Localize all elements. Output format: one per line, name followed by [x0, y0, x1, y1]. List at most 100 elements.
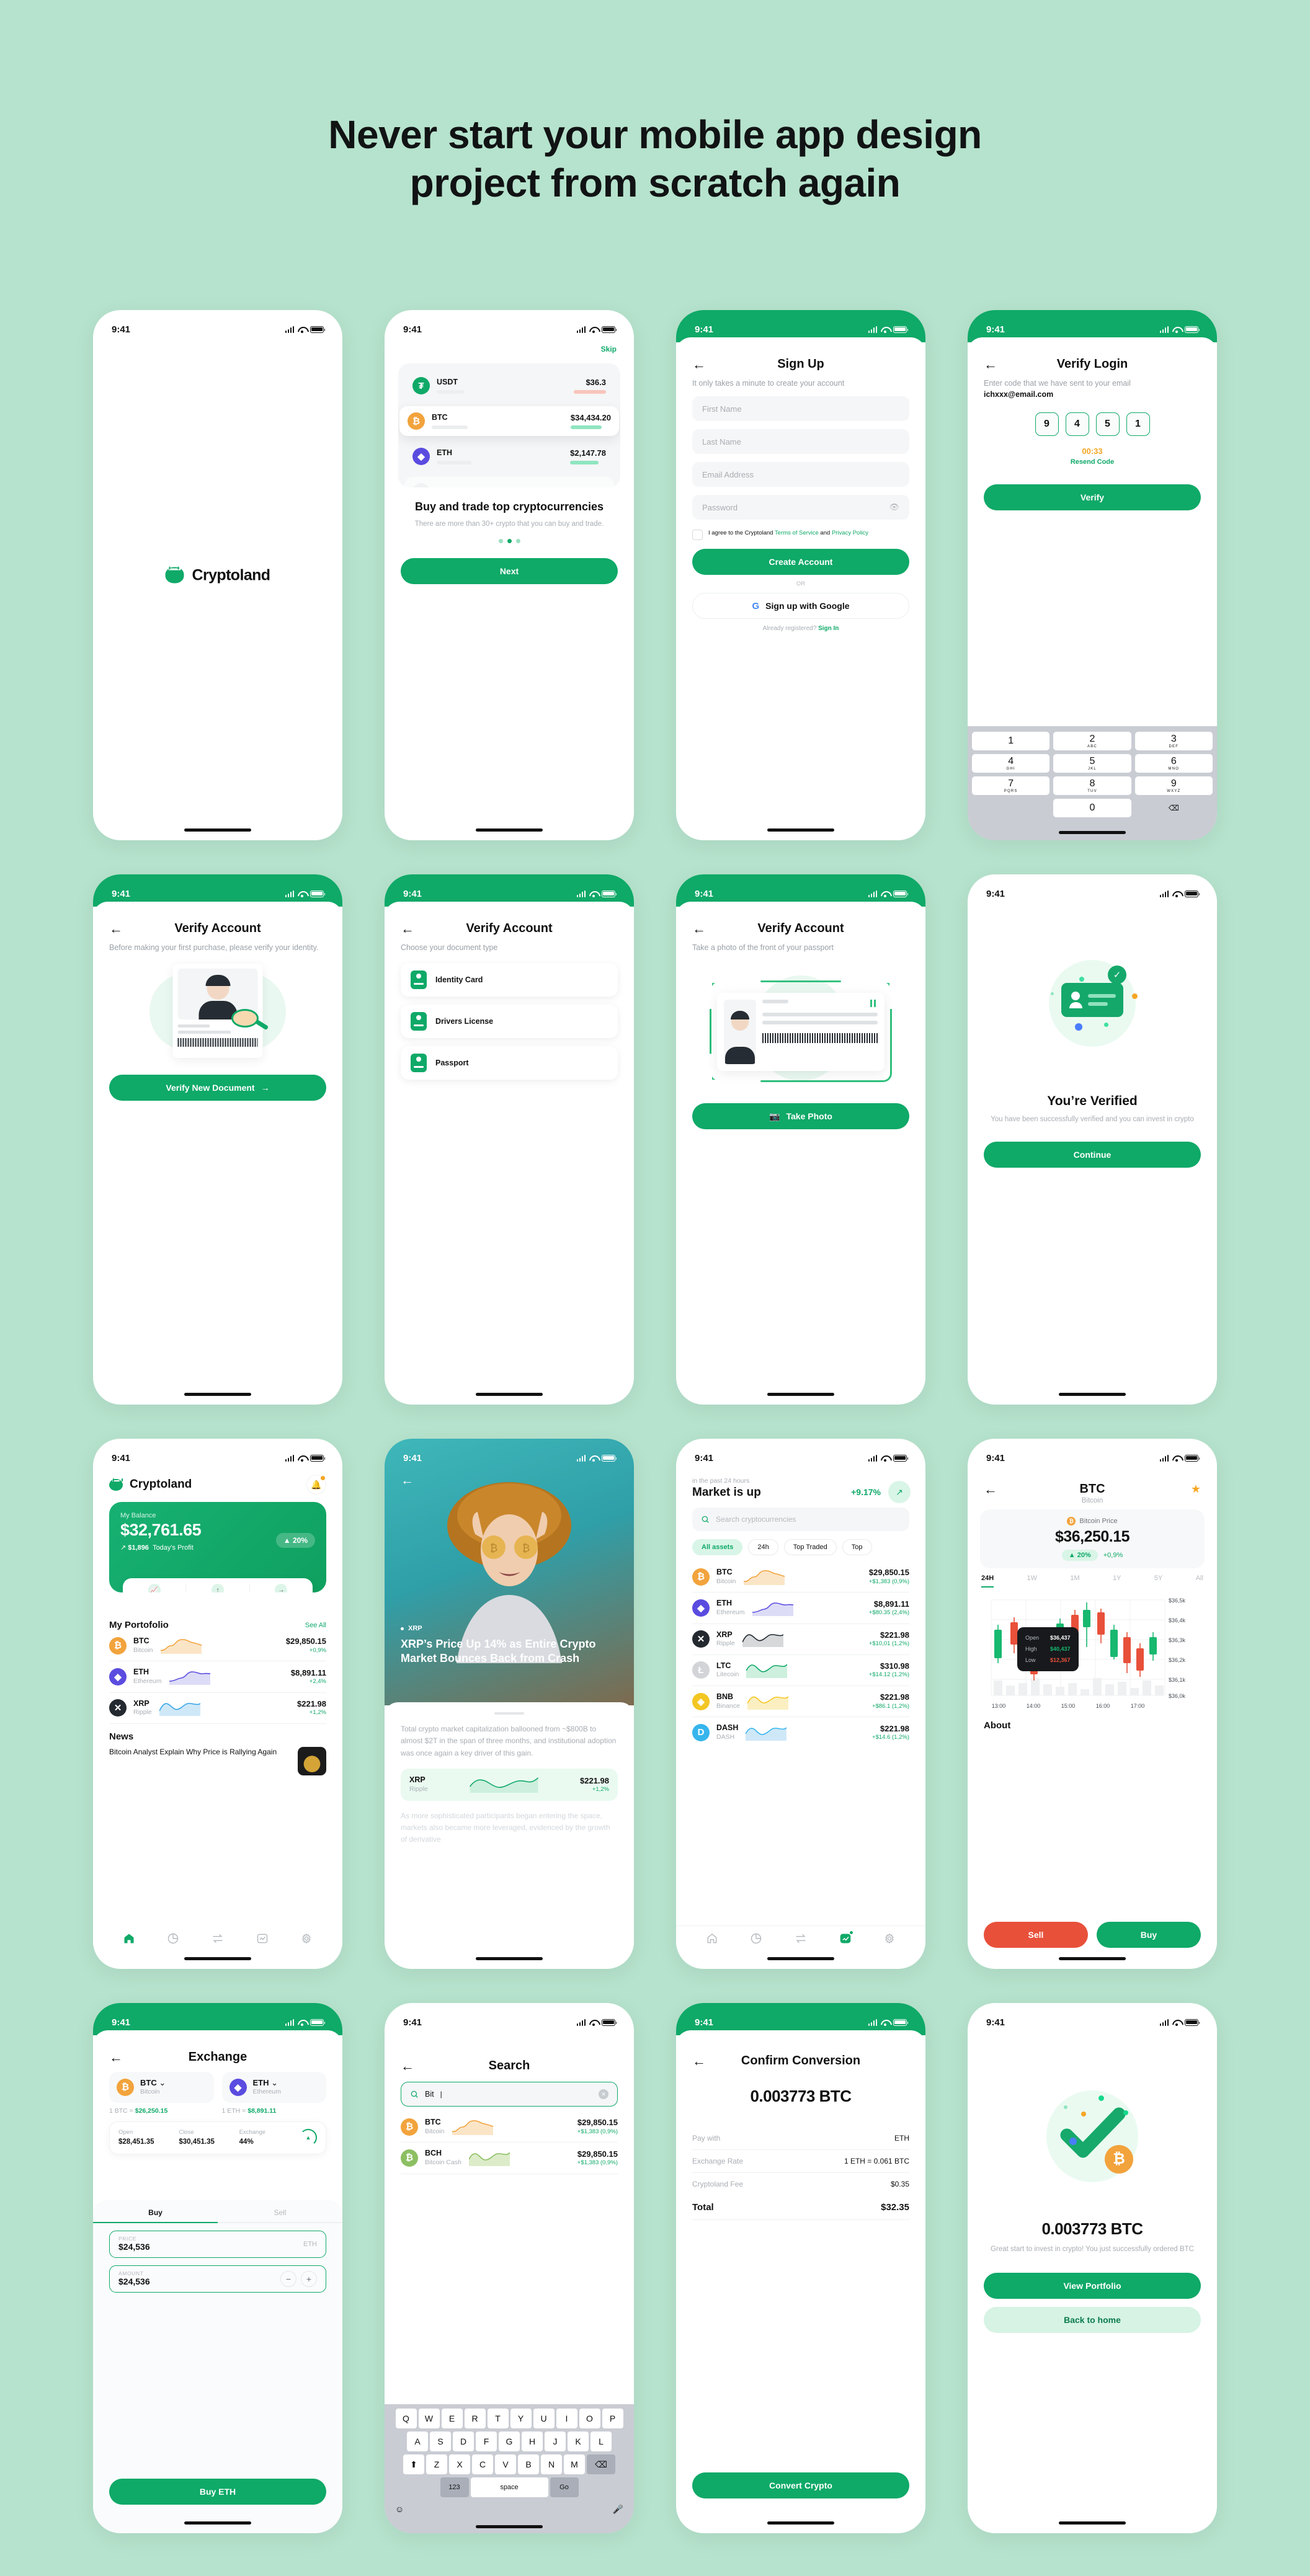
key-h[interactable]: H	[522, 2432, 543, 2451]
key-0[interactable]: 0	[1053, 799, 1131, 817]
market-row-ltc[interactable]: Ł LTC Litecoin $310.98 +$14.12 (1,2%)	[676, 1655, 925, 1686]
key-k[interactable]: K	[568, 2432, 589, 2451]
key-4[interactable]: 4 GHI	[972, 754, 1050, 773]
key-b[interactable]: B	[518, 2454, 539, 2474]
key-c[interactable]: C	[472, 2454, 493, 2474]
search-input[interactable]: Bit | ✕	[401, 2082, 618, 2107]
key-w[interactable]: W	[418, 2409, 440, 2428]
tab-exchange[interactable]	[795, 1932, 807, 1948]
sheet-grabber[interactable]	[494, 1712, 524, 1715]
timeframe-1y[interactable]: 1Y	[1113, 1574, 1121, 1588]
key-i[interactable]: I	[556, 2409, 577, 2428]
key-y[interactable]: Y	[510, 2409, 532, 2428]
search-result-btc[interactable]: ₿ BTC Bitcoin $29,850.15 +$1,383 (0,9%)	[385, 2112, 634, 2142]
chip-top-traded[interactable]: Top Traded	[783, 1539, 837, 1555]
tab-market[interactable]	[839, 1931, 853, 1948]
continue-button[interactable]: Continue	[984, 1141, 1201, 1168]
key-n[interactable]: N	[541, 2454, 562, 2474]
terms-checkbox[interactable]	[692, 530, 703, 541]
amount-increment-button[interactable]: +	[301, 2271, 317, 2287]
key-d[interactable]: D	[453, 2432, 474, 2451]
key-q[interactable]: Q	[395, 2409, 417, 2428]
create-account-button[interactable]: Create Account	[692, 549, 909, 575]
otp-digit-1[interactable]: 9	[1035, 412, 1059, 437]
buy-button[interactable]: Buy	[1097, 1922, 1201, 1948]
notification-bell-icon[interactable]: 🔔	[306, 1475, 326, 1495]
key-u[interactable]: U	[533, 2409, 555, 2428]
key-8[interactable]: 8 TUV	[1053, 776, 1131, 795]
tab-settings[interactable]	[883, 1932, 896, 1948]
doc-option-passport[interactable]: Passport	[401, 1046, 618, 1080]
key-m[interactable]: M	[564, 2454, 585, 2474]
key-g[interactable]: G	[499, 2432, 520, 2451]
portfolio-row-eth[interactable]: ◆ ETH Ethereum $8,891.11 +2,4%	[93, 1661, 342, 1692]
take-photo-button[interactable]: 📷 Take Photo	[692, 1103, 909, 1130]
doc-option-identity-card[interactable]: Identity Card	[401, 963, 618, 997]
market-row-bnb[interactable]: ◈ BNB Binance $221.98 +$86.1 (1,2%)	[676, 1686, 925, 1717]
microphone-icon[interactable]: 🎤	[613, 2504, 623, 2515]
google-signup-button[interactable]: G Sign up with Google	[692, 593, 909, 620]
key-t[interactable]: T	[487, 2409, 509, 2428]
tab-buy[interactable]: Buy	[93, 2208, 218, 2223]
news-quote-card[interactable]: XRP Ripple $221.98 +1,2%	[401, 1769, 618, 1801]
tab-portfolio[interactable]	[750, 1932, 762, 1948]
key-7[interactable]: 7 PQRS	[972, 776, 1050, 795]
tab-exchange[interactable]	[212, 1932, 224, 1948]
key-r[interactable]: R	[464, 2409, 486, 2428]
tab-market[interactable]	[256, 1932, 269, 1948]
dot-2[interactable]	[507, 538, 512, 543]
otp-digit-4[interactable]: 1	[1126, 412, 1150, 437]
timeframe-5y[interactable]: 5Y	[1154, 1574, 1162, 1588]
dot-1[interactable]	[498, 538, 503, 543]
next-button[interactable]: Next	[401, 557, 618, 584]
key-space[interactable]: space	[470, 2477, 548, 2497]
favorite-star-icon[interactable]: ★	[1180, 1483, 1201, 1496]
quick-action-analytics[interactable]: 📈Analytics	[123, 1584, 185, 1592]
key-a[interactable]: A	[407, 2432, 428, 2451]
doc-option-drivers-license[interactable]: Drivers License	[401, 1005, 618, 1039]
key-5[interactable]: 5 JKL	[1053, 754, 1131, 773]
first-name-field[interactable]: First Name	[692, 396, 909, 422]
market-row-eth[interactable]: ◆ ETH Ethereum $8,891.11 +$80.35 (2,4%)	[676, 1592, 925, 1623]
chip-top[interactable]: Top	[842, 1539, 872, 1555]
key-x[interactable]: X	[449, 2454, 470, 2474]
resend-code-link[interactable]: Resend Code	[968, 458, 1217, 466]
key-l[interactable]: L	[590, 2432, 612, 2451]
emoji-icon[interactable]: ☺	[395, 2504, 404, 2515]
view-portfolio-button[interactable]: View Portfolio	[984, 2272, 1201, 2299]
password-field[interactable]: Password 👁	[692, 495, 909, 520]
tab-home[interactable]	[123, 1932, 135, 1948]
see-all-link[interactable]: See All	[305, 1622, 326, 1629]
portfolio-row-btc[interactable]: ₿ BTC Bitcoin $29,850.15 +0,9%	[93, 1630, 342, 1661]
key-go[interactable]: Go	[550, 2477, 579, 2497]
key-backspace[interactable]: ⌫	[587, 2454, 615, 2474]
verify-button[interactable]: Verify	[984, 484, 1201, 511]
key-j[interactable]: J	[545, 2432, 566, 2451]
key-s[interactable]: S	[430, 2432, 451, 2451]
key-6[interactable]: 6 MNO	[1134, 754, 1213, 773]
key-o[interactable]: O	[579, 2409, 600, 2428]
market-row-dash[interactable]: D DASH DASH $221.98 +$14.6 (1,2%)	[676, 1717, 925, 1748]
quick-action-sell-crypto[interactable]: ↑Sell Crypto	[185, 1584, 249, 1592]
sign-in-link[interactable]: Sign In	[818, 625, 839, 632]
market-row-btc[interactable]: ₿ BTC Bitcoin $29,850.15 +$1,383 (0,9%)	[676, 1561, 925, 1592]
clear-search-icon[interactable]: ✕	[599, 2089, 608, 2099]
back-arrow-icon[interactable]: ←	[984, 1482, 1005, 1496]
to-coin-selector[interactable]: ◆ ETH ⌄ Ethereum	[221, 2072, 326, 2103]
key-numeric[interactable]: 123	[440, 2477, 469, 2497]
privacy-policy-link[interactable]: Privacy Policy	[832, 530, 868, 536]
verify-new-document-button[interactable]: Verify New Document →	[109, 1075, 326, 1101]
skip-button[interactable]: Skip	[601, 345, 617, 353]
otp-digit-3[interactable]: 5	[1095, 412, 1120, 437]
tab-home[interactable]	[706, 1932, 718, 1948]
market-row-xrp[interactable]: ✕ XRP Ripple $221.98 +$10,01 (1,2%)	[676, 1624, 925, 1654]
key-z[interactable]: Z	[426, 2454, 447, 2474]
chip-24h[interactable]: 24h	[748, 1539, 778, 1555]
dot-3[interactable]	[515, 538, 520, 543]
last-name-field[interactable]: Last Name	[692, 429, 909, 455]
key-9[interactable]: 9 WXYZ	[1134, 776, 1213, 795]
email-field[interactable]: Email Address	[692, 462, 909, 487]
timeframe-1m[interactable]: 1M	[1070, 1574, 1079, 1588]
terms-of-service-link[interactable]: Terms of Service	[775, 530, 819, 536]
convert-crypto-button[interactable]: Convert Crypto	[692, 2472, 909, 2498]
